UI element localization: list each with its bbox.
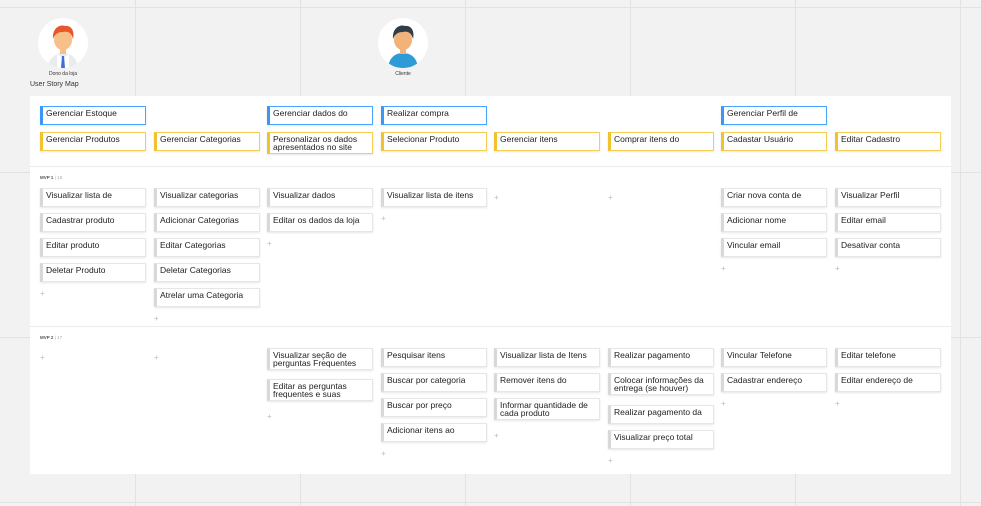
customer-avatar-icon [388,25,418,68]
activity-card[interactable]: Selecionar Produto [381,132,487,151]
add-story-button[interactable]: + [381,215,386,223]
add-story-button[interactable]: + [494,432,499,440]
story-card[interactable]: Cadastrar endereço [721,373,827,392]
story-card[interactable]: Vincular email [721,238,827,257]
story-card[interactable]: Visualizar lista de Itens [494,348,600,367]
add-story-button[interactable]: + [40,290,45,298]
release-divider [30,326,951,327]
add-story-button[interactable]: + [40,354,45,362]
add-story-button[interactable]: + [494,194,499,202]
story-card[interactable]: Editar endereço de [835,373,941,392]
story-card[interactable]: Desativar conta [835,238,941,257]
release-label-mvp2[interactable]: MVP 2 | 17 [40,335,62,340]
activity-card[interactable]: Gerenciar Produtos [40,132,146,151]
story-card[interactable]: Editar produto [40,238,146,257]
story-card[interactable]: Visualizar seção de perguntas Frequentes [267,348,373,370]
goal-card[interactable]: Realizar compra [381,106,487,125]
release-name: MVP 2 [40,335,54,340]
add-story-button[interactable]: + [608,457,613,465]
goal-card[interactable]: Gerenciar dados do [267,106,373,125]
story-card[interactable]: Criar nova conta de [721,188,827,207]
activity-card[interactable]: Gerenciar Categorias [154,132,260,151]
activity-card[interactable]: Cadastar Usuário [721,132,827,151]
story-card[interactable]: Editar Categorias [154,238,260,257]
avatar-cliente[interactable] [378,18,428,68]
story-card[interactable]: Informar quantidade de cada produto [494,398,600,420]
activity-card[interactable]: Gerenciar itens [494,132,600,151]
story-card[interactable]: Atrelar uma Categoria [154,288,260,307]
persona-label: Dono da loja [48,71,78,77]
add-story-button[interactable]: + [835,400,840,408]
story-card[interactable]: Visualizar preço total [608,430,714,449]
board-title: User Story Map [30,81,79,88]
release-count: | 18 [54,175,63,180]
persona-label: Cliente [395,71,411,77]
story-card[interactable]: Visualizar dados [267,188,373,207]
add-story-button[interactable]: + [267,413,272,421]
story-card[interactable]: Colocar informações da entrega (se houve… [608,373,714,395]
story-card[interactable]: Visualizar categorias [154,188,260,207]
activity-card[interactable]: Editar Cadastro [835,132,941,151]
story-card[interactable]: Visualizar lista de [40,188,146,207]
story-card[interactable]: Visualizar Perfil [835,188,941,207]
add-story-button[interactable]: + [267,240,272,248]
story-card[interactable]: Editar telefone [835,348,941,367]
story-card[interactable]: Deletar Produto [40,263,146,282]
avatar-dono-da-loja[interactable] [38,18,88,68]
activity-card[interactable]: Personalizar os dados apresentados no si… [267,132,373,154]
goal-card[interactable]: Gerenciar Estoque [40,106,146,125]
release-name: MVP 1 [40,175,54,180]
story-card[interactable]: Realizar pagamento [608,348,714,367]
add-story-button[interactable]: + [721,400,726,408]
release-count: | 17 [54,335,63,340]
release-divider [30,166,951,167]
activity-card[interactable]: Comprar itens do [608,132,714,151]
owner-avatar-icon [48,25,78,68]
story-map-board: Gerenciar Estoque Gerenciar dados do Rea… [30,96,951,474]
story-card[interactable]: Buscar por categoria [381,373,487,392]
story-card[interactable]: Editar as perguntas frequentes e suas [267,379,373,401]
story-card[interactable]: Adicionar Categorias [154,213,260,232]
story-card[interactable]: Pesquisar itens [381,348,487,367]
add-story-button[interactable]: + [381,450,386,458]
story-card[interactable]: Realizar pagamento da [608,405,714,424]
add-story-button[interactable]: + [154,354,159,362]
story-card[interactable]: Visualizar lista de itens [381,188,487,207]
story-card[interactable]: Editar os dados da loja [267,213,373,232]
add-story-button[interactable]: + [835,265,840,273]
story-card[interactable]: Adicionar itens ao [381,423,487,442]
goal-card[interactable]: Gerenciar Perfil de [721,106,827,125]
release-label-mvp1[interactable]: MVP 1 | 18 [40,175,62,180]
story-card[interactable]: Adicionar nome [721,213,827,232]
story-card[interactable]: Vincular Telefone [721,348,827,367]
add-story-button[interactable]: + [721,265,726,273]
story-card[interactable]: Editar email [835,213,941,232]
story-card[interactable]: Cadastrar produto [40,213,146,232]
add-story-button[interactable]: + [154,315,159,323]
story-card[interactable]: Buscar por preço [381,398,487,417]
add-story-button[interactable]: + [608,194,613,202]
story-card[interactable]: Remover itens do [494,373,600,392]
story-card[interactable]: Deletar Categorias [154,263,260,282]
